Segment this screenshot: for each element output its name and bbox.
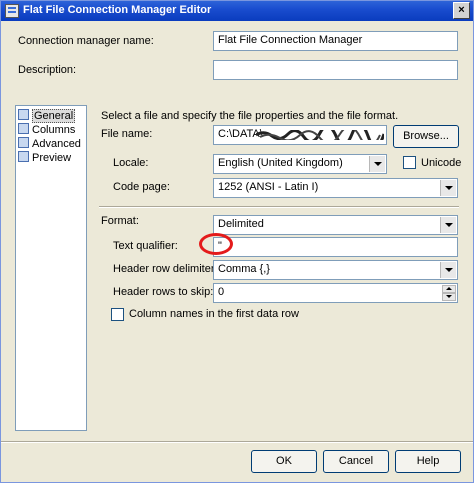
spin-up-icon[interactable] (442, 285, 456, 293)
sidebar-item-preview[interactable]: Preview (18, 151, 71, 165)
connection-name-label: Connection manager name: (18, 35, 154, 47)
redaction-scribble (256, 130, 384, 140)
spinner[interactable] (442, 285, 456, 301)
unicode-label: Unicode (421, 157, 462, 169)
chevron-down-icon[interactable] (440, 262, 456, 278)
description-label: Description: (18, 64, 77, 76)
section-divider (99, 206, 459, 208)
text-qualifier-label: Text qualifier: (113, 240, 178, 252)
text-qualifier-field[interactable]: " (213, 237, 458, 257)
instructions-text: Select a file and specify the file prope… (101, 110, 399, 122)
spin-down-icon[interactable] (442, 293, 456, 301)
column-names-checkbox[interactable] (111, 308, 124, 321)
unicode-checkbox[interactable] (403, 156, 416, 169)
window-title: Flat File Connection Manager Editor (23, 4, 212, 16)
browse-button[interactable]: Browse... (393, 125, 459, 148)
sidebar-item-columns[interactable]: Columns (18, 123, 75, 137)
code-page-select[interactable]: 1252 (ANSI - Latin I) (213, 178, 458, 198)
sidebar-item-label: Preview (32, 152, 72, 164)
sidebar-item-label: Advanced (32, 138, 81, 150)
format-select[interactable]: Delimited (213, 215, 458, 235)
file-name-label: File name: (101, 128, 153, 140)
advanced-page-icon (18, 137, 29, 148)
format-label: Format: (101, 215, 139, 227)
header-rows-skip-value: 0 (218, 286, 225, 298)
ok-button[interactable]: OK (251, 450, 317, 473)
chevron-down-icon[interactable] (440, 217, 456, 233)
locale-select[interactable]: English (United Kingdom) (213, 154, 387, 174)
preview-page-icon (18, 151, 29, 162)
title-bar[interactable]: Flat File Connection Manager Editor × (1, 1, 473, 21)
app-icon (5, 4, 19, 18)
code-page-label: Code page: (113, 181, 170, 193)
description-field[interactable] (213, 60, 458, 80)
help-button[interactable]: Help (395, 450, 461, 473)
format-value: Delimited (218, 218, 264, 230)
chevron-down-icon[interactable] (440, 180, 456, 196)
sidebar-item-label: Columns (32, 124, 76, 136)
header-row-delimiter-select[interactable]: Comma {,} (213, 260, 458, 280)
page-list: General Columns Advanced Preview (15, 105, 87, 431)
locale-label: Locale: (113, 157, 149, 169)
footer-divider (1, 441, 473, 443)
columns-page-icon (18, 123, 29, 134)
chevron-down-icon[interactable] (369, 156, 385, 172)
header-row-delimiter-value: Comma {,} (218, 263, 270, 275)
header-row-delimiter-label: Header row delimiter: (113, 263, 218, 275)
header-rows-skip-label: Header rows to skip: (113, 286, 214, 298)
connection-name-field[interactable]: Flat File Connection Manager (213, 31, 458, 51)
header-rows-skip-stepper[interactable]: 0 (213, 283, 458, 303)
close-button[interactable]: × (453, 2, 470, 19)
annotation-circle (199, 233, 233, 255)
sidebar-item-advanced[interactable]: Advanced (18, 137, 81, 151)
sidebar-item-general[interactable]: General (18, 109, 76, 123)
cancel-button[interactable]: Cancel (323, 450, 389, 473)
general-page-icon (18, 109, 29, 120)
sidebar-item-label: General (32, 109, 76, 123)
editor-window: Flat File Connection Manager Editor × Co… (0, 0, 474, 483)
code-page-value: 1252 (ANSI - Latin I) (218, 181, 319, 193)
column-names-label: Column names in the first data row (129, 308, 299, 320)
locale-value: English (United Kingdom) (218, 157, 343, 169)
